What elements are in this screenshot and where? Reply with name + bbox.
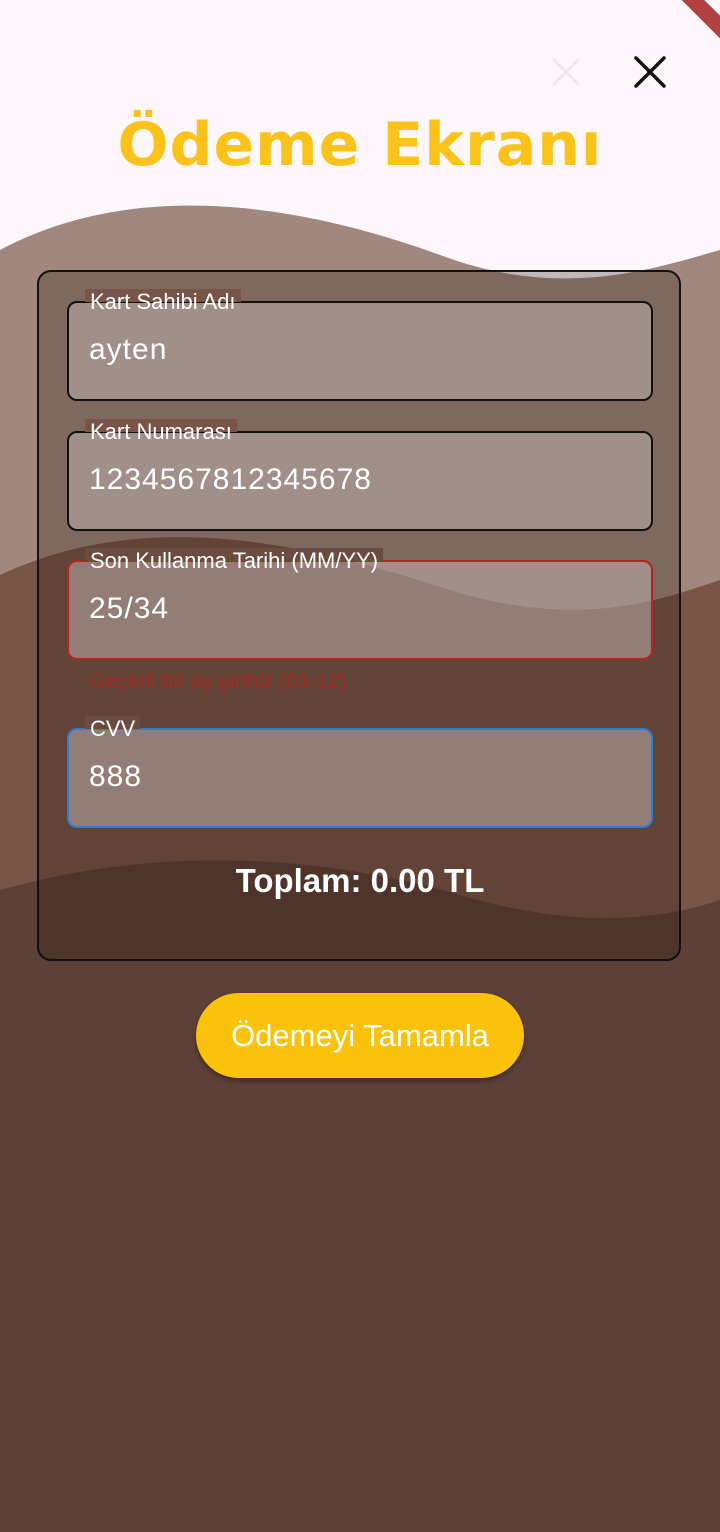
- close-icon-faint[interactable]: [542, 48, 590, 96]
- expiry-date-error: Geçerli bir ay giriniz (01-12): [89, 670, 347, 693]
- cvv-value: 888: [89, 760, 143, 793]
- card-number-field[interactable]: Kart Numarası 1234567812345678: [67, 419, 653, 531]
- close-button[interactable]: [626, 48, 674, 96]
- expiry-date-field[interactable]: Son Kullanma Tarihi (MM/YY) 25/34: [67, 548, 653, 660]
- cvv-label: CVV: [85, 716, 141, 742]
- card-holder-name-label: Kart Sahibi Adı: [85, 289, 241, 315]
- card-holder-name-field[interactable]: Kart Sahibi Adı ayten: [67, 289, 653, 401]
- close-icon: [634, 56, 666, 88]
- close-icon: [552, 58, 580, 86]
- expiry-date-label: Son Kullanma Tarihi (MM/YY): [85, 548, 384, 574]
- total-amount: Toplam: 0.00 TL: [235, 862, 485, 899]
- expiry-date-value: 25/34: [89, 592, 170, 625]
- page-title: Ödeme Ekranı: [117, 110, 603, 180]
- complete-payment-button[interactable]: Ödemeyi Tamamla: [196, 993, 524, 1078]
- card-holder-name-value: ayten: [89, 333, 168, 366]
- cvv-field[interactable]: CVV 888: [67, 716, 653, 828]
- card-number-value: 1234567812345678: [89, 463, 372, 496]
- card-number-label: Kart Numarası: [85, 419, 237, 445]
